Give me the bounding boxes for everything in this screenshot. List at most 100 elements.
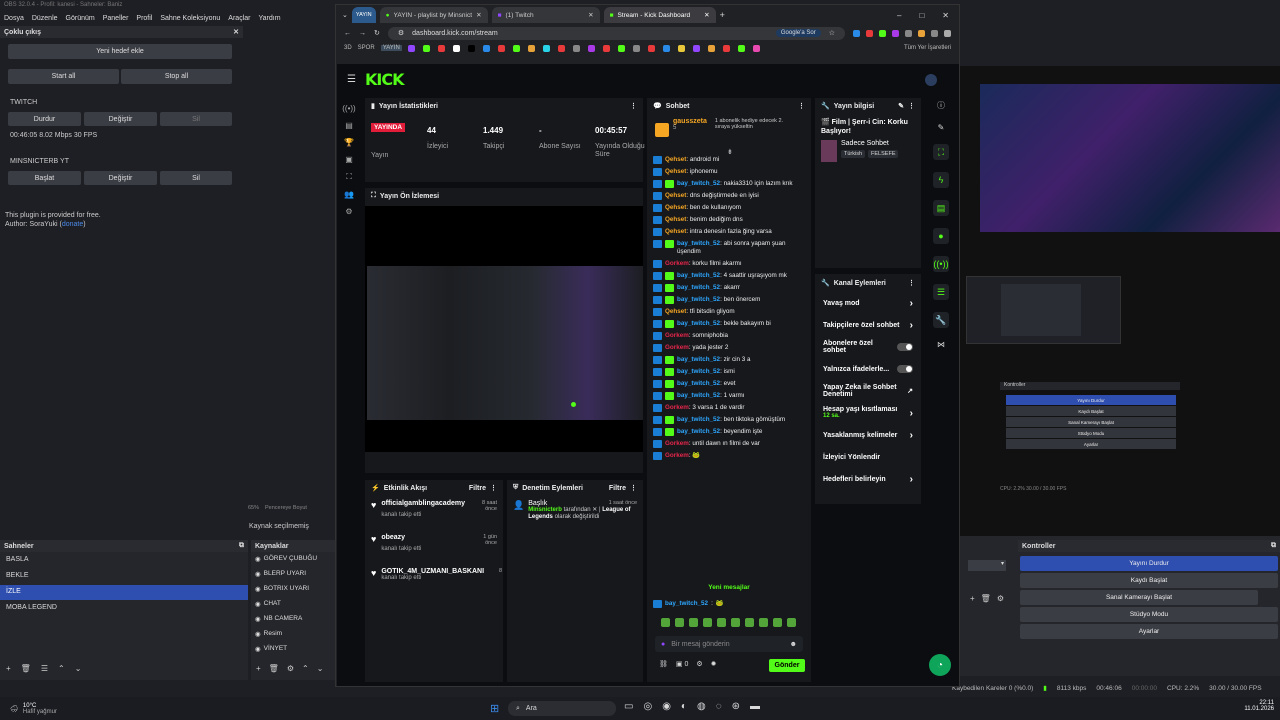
forward-icon[interactable]: → <box>359 30 366 37</box>
bookmark-icon[interactable] <box>647 44 655 52</box>
channel-action[interactable]: Yavaş mod › <box>815 292 921 314</box>
channel-action[interactable]: Takipçilere özel sohbet › <box>815 314 921 336</box>
task-view-icon[interactable]: ▭ <box>624 701 633 712</box>
close-window-icon[interactable]: ✕ <box>942 11 949 20</box>
app-icon[interactable]: ◌ <box>716 701 722 712</box>
bookmark-icon[interactable] <box>482 44 490 52</box>
bookmark-icon[interactable] <box>572 44 580 52</box>
bookmark-3d[interactable]: 3D <box>344 45 352 51</box>
extension-icon[interactable] <box>866 29 873 37</box>
trash-icon[interactable]: 🗑 <box>981 594 991 603</box>
channel-action[interactable]: Hesap yaşı kısıtlaması 12 sa. › <box>815 402 921 424</box>
bookmark-icon[interactable] <box>677 44 685 52</box>
avatar[interactable] <box>925 74 937 86</box>
bookmark-icon[interactable] <box>452 44 460 52</box>
bookmark-icon[interactable] <box>587 44 595 52</box>
url-bar[interactable]: ⚙ dashboard.kick.com/stream Google'a Sor… <box>387 26 845 40</box>
more-icon[interactable]: ⋮ <box>908 102 915 110</box>
scene-item[interactable]: İZLE <box>0 585 248 600</box>
new-messages-divider[interactable]: Yeni mesajlar <box>647 584 811 591</box>
bookmark-icon[interactable] <box>437 44 445 52</box>
share-icon[interactable]: ⋈ <box>937 340 945 349</box>
tab-group-yayin[interactable]: YAYIN <box>351 7 376 23</box>
emote-icon[interactable] <box>731 618 740 627</box>
settings-icon[interactable]: ✹ <box>711 660 717 668</box>
bolt-icon[interactable]: ϟ <box>933 172 949 188</box>
extension-icon[interactable] <box>879 29 886 37</box>
up-icon[interactable]: ⌃ <box>302 664 309 678</box>
pen-icon[interactable]: ✎ <box>938 123 945 132</box>
site-info-icon[interactable]: ⚙ <box>398 29 404 37</box>
server-icon[interactable]: ☰ <box>933 284 949 300</box>
bookmark-icon[interactable] <box>557 44 565 52</box>
control-button[interactable]: Kaydı Başlat <box>1020 573 1278 588</box>
extension-icon[interactable] <box>931 29 938 37</box>
emote-icon[interactable] <box>717 618 726 627</box>
star-icon[interactable]: ☆ <box>829 29 835 37</box>
down-icon[interactable]: ⌄ <box>75 664 82 678</box>
bookmark-yayin[interactable]: YAYIN <box>380 45 402 51</box>
obs-menu-item[interactable]: Araçlar <box>228 15 250 22</box>
channel-action[interactable]: İzleyici Yönlendir <box>815 446 921 468</box>
add-icon[interactable]: + <box>6 664 11 678</box>
twitch-change-button[interactable]: Değiştir <box>84 112 157 126</box>
gear-icon[interactable]: ⚙ <box>696 660 702 668</box>
browser-icon[interactable]: ◐ <box>681 701 687 712</box>
tab-playlist[interactable]: ●YAYIN - playlist by Minsnicterb✕ <box>379 7 488 23</box>
more-icon[interactable]: ⋮ <box>798 102 805 110</box>
bookmark-icon[interactable] <box>542 44 550 52</box>
category-name[interactable]: Sadece Sohbet <box>841 140 898 147</box>
bookmark-icon[interactable] <box>497 44 505 52</box>
help-button[interactable]: ◔ <box>929 654 951 676</box>
filter-icon[interactable]: ☰ <box>41 664 48 678</box>
kick-logo[interactable]: KICK <box>365 70 404 89</box>
scene-item[interactable]: BEKLE <box>0 569 248 584</box>
obs-menu-item[interactable]: Düzenle <box>32 15 58 22</box>
hamburger-icon[interactable]: ☰ <box>347 74 356 85</box>
activity-filter-button[interactable]: Filtre <box>469 485 486 492</box>
send-button[interactable]: Gönder <box>769 659 805 672</box>
source-item[interactable]: ◉ GÖREV ÇUBUĞU <box>251 552 336 567</box>
obs-menu-item[interactable]: Görünüm <box>66 15 95 22</box>
shop-icon[interactable]: ▣ <box>345 155 353 164</box>
toggle-switch[interactable] <box>897 365 913 373</box>
bookmark-icon[interactable] <box>737 44 745 52</box>
source-item[interactable]: ◉ VİNYET <box>251 642 336 657</box>
obs-menu-item[interactable]: Paneller <box>103 15 129 22</box>
tab-menu-icon[interactable]: ⌄ <box>342 11 348 19</box>
gear-icon[interactable]: ⚙ <box>345 207 352 216</box>
bookmark-icon[interactable] <box>722 44 730 52</box>
broadcast-icon[interactable]: ((•)) <box>342 104 355 113</box>
trophy-icon[interactable]: 🏆 <box>344 138 354 147</box>
new-tab-icon[interactable]: + <box>720 10 725 20</box>
taskbar-search[interactable]: ⌕ Ara <box>508 701 616 716</box>
broadcast-icon[interactable]: ((•)) <box>933 256 949 272</box>
clock[interactable]: 22:11 11.01.2026 <box>1244 700 1274 712</box>
control-button[interactable]: Sanal Kamerayı Başlat <box>1020 590 1258 605</box>
bookmark-icon[interactable] <box>467 44 475 52</box>
tab-kick-dashboard[interactable]: ■ Stream - Kick Dashboard ✕ <box>603 7 716 23</box>
scene-item[interactable]: MOBA LEGEND <box>0 601 248 616</box>
stop-all-button[interactable]: Stop all <box>121 69 232 84</box>
close-icon[interactable]: ✕ <box>233 28 239 36</box>
obs-icon[interactable]: ◉ <box>662 701 671 712</box>
terminal-icon[interactable]: ▬ <box>750 701 760 712</box>
bookmark-icon[interactable] <box>662 44 670 52</box>
undock-icon[interactable]: ⧉ <box>239 542 244 550</box>
emote-icon[interactable] <box>787 618 796 627</box>
more-icon[interactable]: ⋮ <box>630 102 637 110</box>
up-icon[interactable]: ⌃ <box>58 664 65 678</box>
chat-bubble-icon[interactable]: ● <box>933 228 949 244</box>
channel-action[interactable]: Yapay Zeka ile Sohbet Denetimi ↗ <box>815 380 921 402</box>
control-button[interactable]: Ayarlar <box>1020 624 1278 639</box>
add-icon[interactable]: + <box>256 664 261 678</box>
yt-start-button[interactable]: Başlat <box>8 171 81 185</box>
weather-widget[interactable]: 🌧 10°C Hafif yağmur <box>0 703 57 715</box>
back-icon[interactable]: ← <box>344 30 351 37</box>
donate-link[interactable]: donate <box>62 221 83 228</box>
minimize-icon[interactable]: – <box>897 11 901 20</box>
twitch-delete-button[interactable]: Sil <box>160 112 232 126</box>
chat-input[interactable]: ● Bir mesaj gönderin ☻ <box>655 636 803 652</box>
extension-icon[interactable] <box>892 29 899 37</box>
bookmark-icon[interactable] <box>617 44 625 52</box>
